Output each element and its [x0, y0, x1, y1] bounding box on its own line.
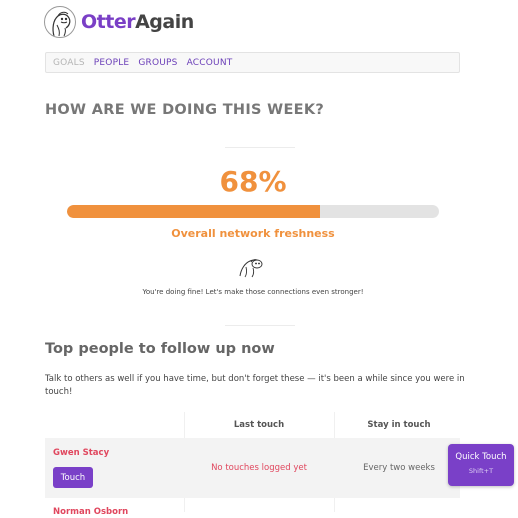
- freshness-label: Overall network freshness: [171, 227, 335, 240]
- otter-mascot-icon: [239, 259, 263, 278]
- person-name[interactable]: Gwen Stacy: [53, 448, 109, 458]
- column-header-last-touch: Last touch: [233, 420, 285, 430]
- otter-logo-icon: [44, 6, 76, 38]
- encouragement-message: You're doing fine! Let's make those conn…: [142, 288, 364, 296]
- app-name-part2: Again: [135, 11, 194, 33]
- divider: [225, 147, 295, 148]
- goals-heading: HOW ARE WE DOING THIS WEEK?: [45, 102, 325, 118]
- nav-people[interactable]: PEOPLE: [94, 58, 130, 68]
- last-touch-value: No touches logged yet: [211, 463, 307, 473]
- quick-touch-button[interactable]: Quick Touch Shift+T: [448, 444, 514, 486]
- touch-button[interactable]: Touch: [53, 467, 93, 488]
- person-name[interactable]: Norman Osborn: [53, 507, 128, 517]
- app-logo[interactable]: OtterAgain: [44, 6, 194, 38]
- column-header-stay-in-touch: Stay in touch: [367, 420, 431, 430]
- app-name: OtterAgain: [81, 11, 194, 33]
- freshness-progress-bar: [67, 205, 439, 218]
- app-name-part1: Otter: [81, 11, 136, 33]
- followup-description: Talk to others as well if you have time,…: [45, 374, 465, 397]
- main-nav: GOALS PEOPLE GROUPS ACCOUNT: [45, 52, 460, 73]
- divider: [225, 325, 295, 326]
- nav-groups[interactable]: GROUPS: [138, 58, 177, 68]
- freshness-percent: 68%: [219, 165, 287, 198]
- nav-account[interactable]: ACCOUNT: [187, 58, 233, 68]
- quick-touch-label: Quick Touch: [455, 452, 507, 462]
- nav-goals[interactable]: GOALS: [53, 58, 85, 68]
- table-row: Gwen Stacy Touch No touches logged yet E…: [45, 438, 460, 498]
- freshness-progress-fill: [67, 205, 320, 218]
- stay-in-touch-value: Every two weeks: [363, 463, 435, 473]
- quick-touch-shortcut: Shift+T: [468, 467, 494, 475]
- followup-title: Top people to follow up now: [45, 341, 275, 357]
